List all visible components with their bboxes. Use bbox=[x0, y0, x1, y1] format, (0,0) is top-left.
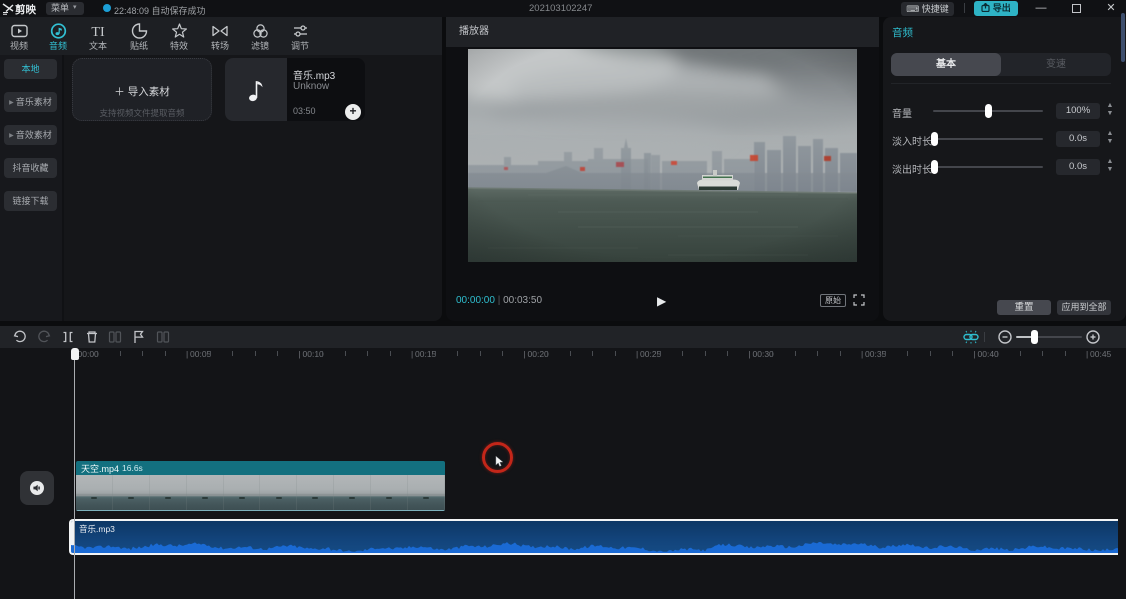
svg-text:TI: TI bbox=[91, 25, 105, 39]
